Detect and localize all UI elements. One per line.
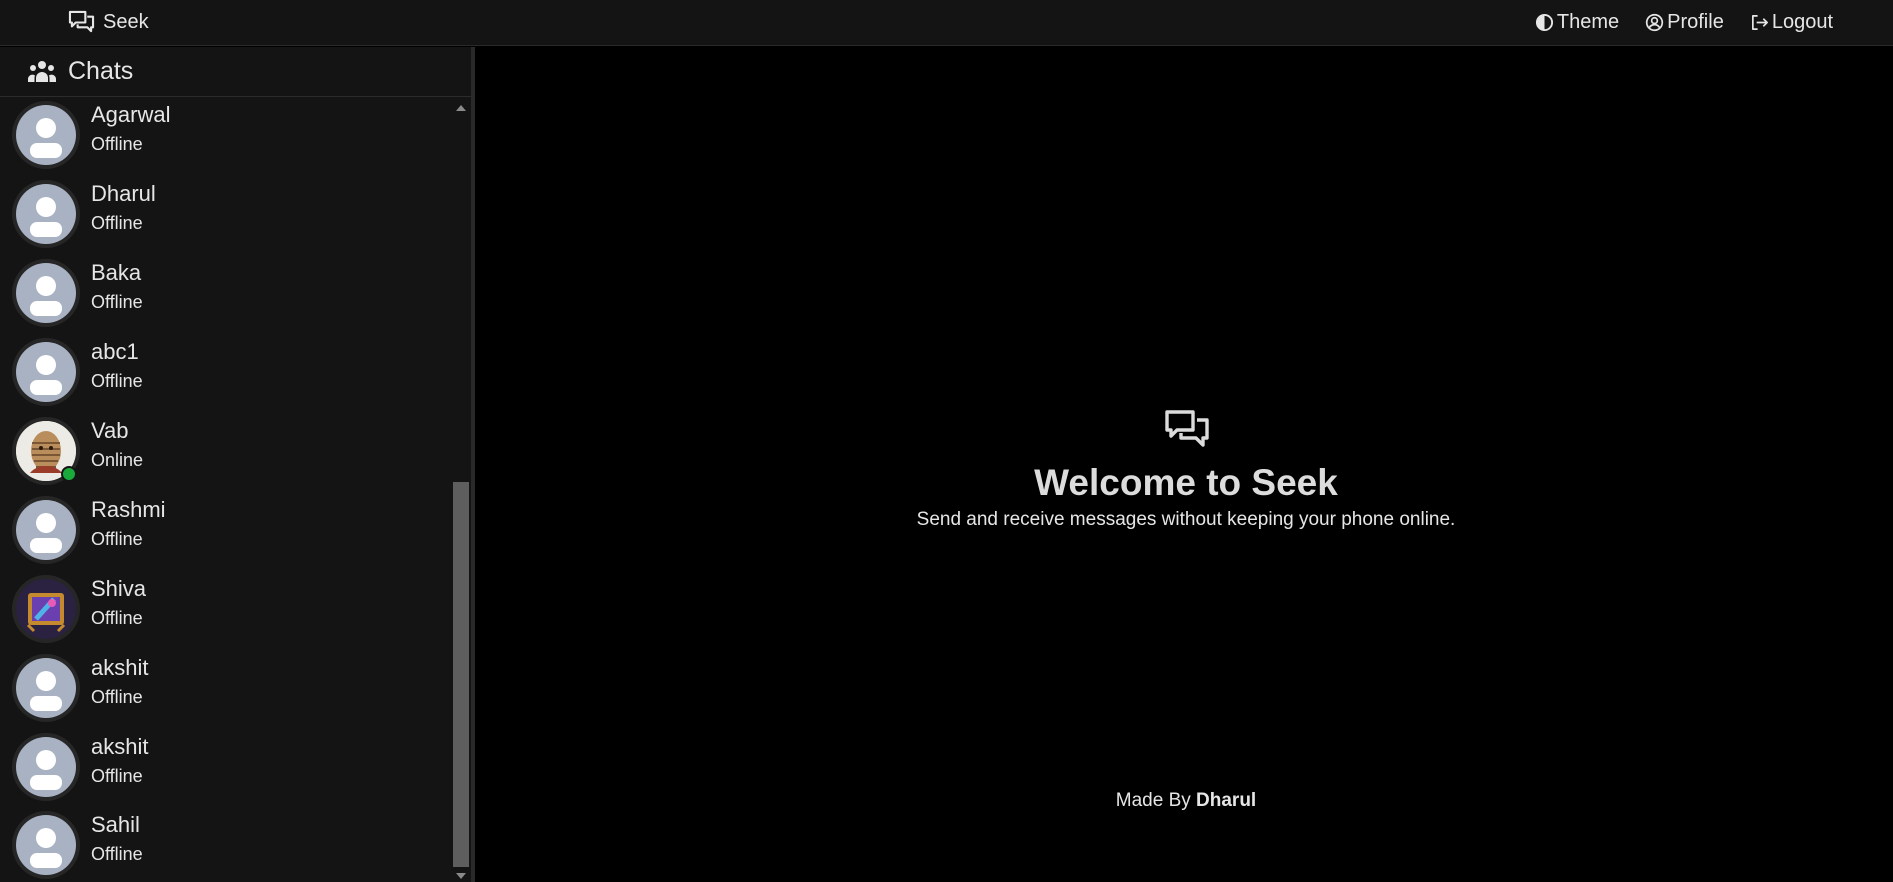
contrast-icon — [1535, 13, 1553, 31]
footer-author: Dharul — [1196, 790, 1257, 811]
avatar — [12, 417, 80, 485]
chat-name: Dharul — [91, 181, 156, 206]
default-avatar-icon — [30, 355, 62, 395]
chat-list[interactable]: Agarwal Offline Dharul Offline Baka Offl… — [0, 98, 450, 882]
avatar — [12, 575, 80, 643]
theme-label: Theme — [1556, 10, 1620, 33]
chat-name: Rashmi — [91, 497, 166, 522]
scroll-up-arrow-icon[interactable] — [456, 105, 466, 111]
theme-link[interactable]: Theme — [1535, 11, 1619, 34]
chat-item[interactable]: Baka Offline — [0, 256, 450, 335]
chat-sidebar: Chats Agarwal Offline Dharul Offline Bak… — [0, 47, 475, 882]
scroll-thumb[interactable] — [453, 482, 469, 867]
welcome-subtitle: Send and receive messages without keepin… — [916, 509, 1456, 530]
default-avatar-icon — [30, 513, 62, 553]
chat-name: akshit — [91, 734, 149, 759]
default-avatar-icon — [30, 118, 62, 158]
default-avatar-icon — [30, 750, 62, 790]
chat-item[interactable]: Dharul Offline — [0, 177, 450, 256]
chat-name: Vab — [91, 418, 129, 443]
chat-name: Baka — [91, 260, 142, 285]
avatar — [12, 338, 80, 406]
profile-label: Profile — [1667, 10, 1724, 33]
people-icon — [28, 60, 56, 82]
chat-status: Offline — [91, 371, 143, 391]
avatar — [12, 654, 80, 722]
chat-name: Sahil — [91, 812, 140, 837]
chat-item[interactable]: Agarwal Offline — [0, 98, 450, 177]
chat-name: akshit — [91, 655, 149, 680]
logout-icon — [1751, 14, 1768, 30]
chat-name: abc1 — [91, 339, 139, 364]
brand-label: Seek — [103, 10, 149, 33]
default-avatar-icon — [30, 671, 62, 711]
logout-label: Logout — [1771, 10, 1833, 33]
chat-status: Offline — [91, 608, 143, 628]
chat-item[interactable]: akshit Offline — [0, 730, 450, 809]
user-circle-icon — [1645, 13, 1664, 31]
default-avatar-icon — [30, 197, 62, 237]
scroll-down-arrow-icon[interactable] — [456, 873, 466, 879]
chat-item[interactable]: akshit Offline — [0, 651, 450, 730]
chat-status: Offline — [91, 529, 143, 549]
chat-status: Offline — [91, 844, 143, 864]
sidebar-header: Chats — [0, 47, 471, 97]
chat-status: Online — [91, 450, 144, 470]
chat-item[interactable]: Rashmi Offline — [0, 493, 450, 572]
chat-status: Offline — [91, 766, 143, 786]
chat-status: Offline — [91, 213, 143, 233]
top-navbar: Seek Theme Profile Logout — [0, 0, 1893, 46]
chat-item[interactable]: Shiva Offline — [0, 572, 450, 651]
chat-item[interactable]: Vab Online — [0, 414, 450, 493]
avatar — [12, 101, 80, 169]
chat-status: Offline — [91, 292, 143, 312]
chat-list-scrollbar[interactable] — [450, 98, 471, 882]
brand-link[interactable]: Seek — [68, 7, 149, 37]
footer-credit: Made By Dharul — [479, 790, 1893, 812]
avatar — [12, 496, 80, 564]
chat-status: Offline — [91, 687, 143, 707]
avatar — [12, 259, 80, 327]
chat-item[interactable]: Sahil Offline — [0, 808, 450, 882]
avatar — [12, 733, 80, 801]
chat-status: Offline — [91, 134, 143, 154]
logout-link[interactable]: Logout — [1750, 11, 1833, 34]
main-panel: Welcome to Seek Send and receive message… — [479, 47, 1893, 882]
sidebar-title: Chats — [68, 57, 134, 85]
chat-item[interactable]: abc1 Offline — [0, 335, 450, 414]
nav-links: Theme Profile Logout — [1535, 7, 1833, 37]
chat-bubbles-icon — [1165, 410, 1209, 447]
avatar — [12, 180, 80, 248]
profile-link[interactable]: Profile — [1645, 11, 1724, 34]
default-avatar-icon — [30, 828, 62, 868]
chat-bubbles-icon — [68, 10, 95, 32]
chat-name: Agarwal — [91, 102, 171, 127]
online-indicator — [61, 466, 77, 482]
chat-name: Shiva — [91, 576, 147, 601]
footer-prefix: Made By — [1115, 790, 1191, 811]
game-art-photo-avatar-icon — [16, 579, 76, 639]
welcome-title: Welcome to Seek — [1034, 462, 1338, 503]
default-avatar-icon — [30, 276, 62, 316]
avatar — [12, 811, 80, 879]
